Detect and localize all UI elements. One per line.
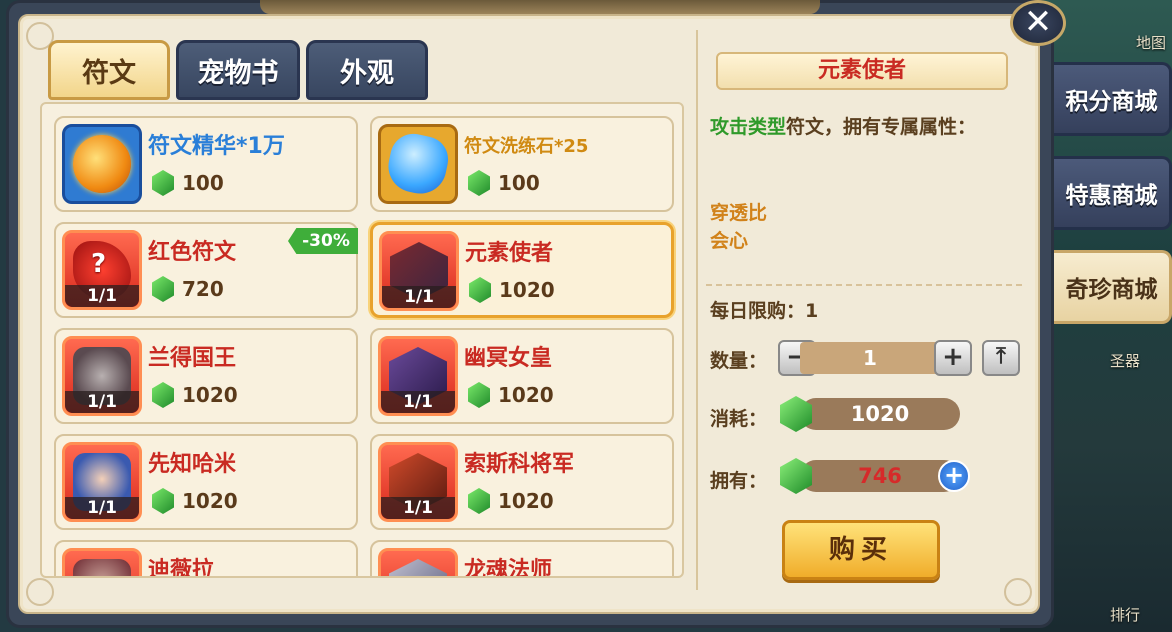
item-name: 先知哈米 bbox=[148, 452, 237, 477]
side-tab-points-shop[interactable]: 积分商城 bbox=[1054, 62, 1172, 136]
list-item[interactable]: 1/1 先知哈米 1020 bbox=[54, 434, 358, 530]
list-item[interactable]: 符文洗练石*25 100 bbox=[370, 116, 674, 212]
map-label[interactable]: 地图 bbox=[1136, 32, 1166, 53]
list-item[interactable]: 1/1 索斯科将军 1020 bbox=[370, 434, 674, 530]
close-icon[interactable]: ✕ bbox=[1010, 0, 1066, 46]
gem-currency-icon bbox=[469, 277, 491, 303]
gem-currency-icon bbox=[152, 488, 174, 514]
item-name: 兰得国王 bbox=[148, 346, 237, 371]
mystery-rune-icon: ? 1/1 bbox=[62, 230, 142, 310]
buy-button[interactable]: 购买 bbox=[782, 520, 940, 580]
list-item[interactable]: 迪薇拉 bbox=[54, 540, 358, 578]
top-ornament bbox=[260, 0, 820, 14]
item-price: 1020 bbox=[468, 382, 554, 408]
stock-badge: 1/1 bbox=[381, 497, 455, 519]
discount-badge: -30% bbox=[288, 228, 358, 254]
detail-title: 元素使者 bbox=[716, 52, 1008, 90]
list-item[interactable]: 符文精华*1万 100 bbox=[54, 116, 358, 212]
item-price: 100 bbox=[468, 170, 540, 196]
item-price: 1020 bbox=[468, 488, 554, 514]
tab-pet-books[interactable]: 宠物书 bbox=[176, 40, 300, 100]
owned-value: 746 bbox=[800, 460, 960, 492]
cost-value: 1020 bbox=[800, 398, 960, 430]
max-quantity-button[interactable]: ⤒ bbox=[982, 340, 1020, 376]
general-portrait: 1/1 bbox=[378, 442, 458, 522]
prophet-portrait: 1/1 bbox=[62, 442, 142, 522]
item-description: 攻击类型符文，拥有专属属性： bbox=[710, 116, 977, 138]
item-price: 720 bbox=[152, 276, 224, 302]
gem-currency-icon bbox=[468, 488, 490, 514]
item-name: 元素使者 bbox=[465, 241, 554, 266]
stock-badge: 1/1 bbox=[381, 391, 455, 413]
corner-ornament bbox=[26, 578, 54, 606]
artifact-label[interactable]: 圣器 bbox=[1110, 350, 1140, 371]
dashed-divider bbox=[706, 284, 1022, 286]
corner-ornament bbox=[1004, 578, 1032, 606]
item-name: 幽冥女皇 bbox=[464, 346, 553, 371]
gold-orb-icon bbox=[62, 124, 142, 204]
daily-limit: 每日限购：1 bbox=[710, 300, 819, 322]
item-name: 索斯科将军 bbox=[464, 452, 575, 477]
stock-badge: 1/1 bbox=[65, 285, 139, 307]
attribute-critical: 会心 bbox=[710, 230, 749, 252]
item-price: 1020 bbox=[152, 488, 238, 514]
gem-currency-icon bbox=[468, 170, 490, 196]
list-item[interactable]: ? 1/1 红色符文 720 -30% bbox=[54, 222, 358, 318]
element-envoy-portrait: 1/1 bbox=[379, 231, 459, 311]
list-item[interactable]: 龙魂法师 bbox=[370, 540, 674, 578]
gem-currency-icon bbox=[152, 170, 174, 196]
list-item[interactable]: 1/1 兰得国王 1020 bbox=[54, 328, 358, 424]
list-item-selected[interactable]: 1/1 元素使者 1020 bbox=[370, 222, 674, 318]
item-price: 1020 bbox=[469, 277, 555, 303]
gem-currency-icon bbox=[152, 382, 174, 408]
divira-portrait bbox=[62, 548, 142, 576]
gem-currency-icon bbox=[152, 276, 174, 302]
dragon-mage-portrait bbox=[378, 548, 458, 576]
stock-badge: 1/1 bbox=[65, 497, 139, 519]
panel-divider bbox=[696, 30, 698, 590]
stock-badge: 1/1 bbox=[65, 391, 139, 413]
tab-runes[interactable]: 符文 bbox=[48, 40, 170, 100]
side-tab-treasure-shop[interactable]: 奇珍商城 bbox=[1054, 250, 1172, 324]
side-tab-deals-shop[interactable]: 特惠商城 bbox=[1054, 156, 1172, 230]
tab-appearance[interactable]: 外观 bbox=[306, 40, 428, 100]
item-price: 1020 bbox=[152, 382, 238, 408]
item-name: 符文洗练石*25 bbox=[464, 136, 589, 157]
king-portrait: 1/1 bbox=[62, 336, 142, 416]
item-price: 100 bbox=[152, 170, 224, 196]
item-list[interactable]: 符文精华*1万 100 符文洗练石*25 100 ? 1/1 红色符文 720 … bbox=[40, 102, 684, 578]
add-currency-button[interactable]: + bbox=[938, 460, 970, 492]
nether-queen-portrait: 1/1 bbox=[378, 336, 458, 416]
increase-button[interactable]: + bbox=[934, 340, 972, 376]
quantity-label: 数量： bbox=[710, 350, 768, 372]
blue-gem-icon bbox=[378, 124, 458, 204]
owned-label: 拥有： bbox=[710, 470, 768, 492]
stock-badge: 1/1 bbox=[382, 286, 456, 308]
list-item[interactable]: 1/1 幽冥女皇 1020 bbox=[370, 328, 674, 424]
quantity-stepper[interactable]: 1 bbox=[800, 342, 940, 374]
attribute-penetration: 穿透比 bbox=[710, 202, 768, 224]
rank-label[interactable]: 排行 bbox=[1110, 604, 1140, 625]
item-name: 红色符文 bbox=[148, 240, 237, 265]
item-name: 符文精华*1万 bbox=[148, 134, 285, 159]
cost-label: 消耗： bbox=[710, 408, 768, 430]
item-name: 龙魂法师 bbox=[464, 558, 553, 578]
item-name: 迪薇拉 bbox=[148, 558, 215, 578]
gem-currency-icon bbox=[468, 382, 490, 408]
